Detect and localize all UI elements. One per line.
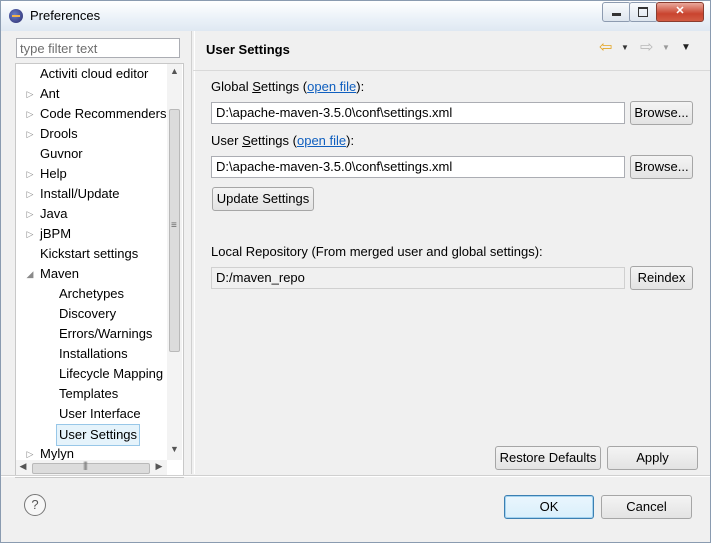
local-repository-label: Local Repository (From merged user and g… [211, 244, 543, 259]
maximize-button[interactable] [629, 2, 658, 22]
cancel-button[interactable]: Cancel [601, 495, 692, 519]
page-title: User Settings [206, 42, 290, 57]
global-settings-open-file-link[interactable]: open file [307, 79, 356, 94]
vertical-scroll-thumb[interactable] [169, 109, 180, 352]
expand-arrow-icon[interactable]: ▷ [25, 164, 35, 184]
help-icon[interactable]: ? [24, 494, 46, 516]
expand-arrow-icon[interactable]: ▷ [25, 104, 35, 124]
tree-horizontal-scrollbar[interactable]: ◀ ▶ [16, 460, 167, 476]
user-settings-open-file-link[interactable]: open file [297, 133, 346, 148]
preferences-window: Preferences ✕ Activiti cloud editor ▷ Ant ▷… [0, 0, 711, 543]
eclipse-app-icon [9, 9, 23, 23]
tree-item-label: User Interface [59, 406, 141, 421]
expand-arrow-icon[interactable]: ▷ [25, 184, 35, 204]
collapse-arrow-icon[interactable]: ◢ [25, 264, 35, 284]
scroll-right-arrow-icon[interactable]: ▶ [152, 461, 166, 475]
global-settings-label-end: ): [356, 79, 365, 94]
tree-item-label: Activiti cloud editor [40, 66, 149, 81]
tree-item-label: Kickstart settings [40, 246, 139, 261]
global-browse-button[interactable]: Browse... [630, 101, 693, 125]
global-settings-label-mnemonic: S [252, 79, 261, 94]
filter-input[interactable] [16, 38, 180, 58]
back-history-dropdown-icon[interactable]: ▼ [621, 40, 631, 56]
close-button[interactable]: ✕ [656, 2, 704, 22]
expand-arrow-icon[interactable]: ▷ [25, 84, 35, 104]
window-title: Preferences [30, 8, 101, 23]
tree-item-label: User Settings [56, 424, 141, 446]
tree-item-label: Lifecycle Mapping [59, 366, 164, 381]
tree-item-label: Archetypes [59, 286, 125, 301]
tree-item-label: Discovery [59, 306, 117, 321]
preference-tree: Activiti cloud editor ▷ Ant ▷ Code Recommend… [15, 63, 184, 478]
user-settings-label: User Settings (open file): [211, 133, 354, 148]
scroll-left-arrow-icon[interactable]: ◀ [16, 461, 30, 475]
scroll-up-arrow-icon[interactable]: ▲ [167, 66, 182, 80]
title-bar[interactable]: Preferences ✕ [1, 1, 710, 31]
reindex-button[interactable]: Reindex [630, 266, 693, 290]
expand-arrow-icon[interactable]: ▷ [25, 224, 35, 244]
global-settings-label: Global Settings (open file): [211, 79, 364, 94]
local-repository-field: D:/maven_repo [211, 267, 625, 289]
scroll-down-arrow-icon[interactable]: ▼ [167, 444, 182, 458]
horizontal-scroll-thumb[interactable] [32, 460, 150, 474]
tree-item-label: Maven [40, 266, 80, 281]
global-settings-label-suffix: ettings ( [260, 79, 308, 94]
forward-history-dropdown-icon[interactable]: ▼ [662, 40, 672, 56]
tree-item-label: Ant [40, 86, 60, 101]
restore-defaults-button[interactable]: Restore Defaults [495, 446, 601, 470]
tree-item-label: Install/Update [40, 186, 120, 201]
tree-vertical-scrollbar[interactable]: ▲ ▼ [167, 64, 182, 460]
forward-arrow-icon[interactable]: ⇨ [640, 39, 658, 57]
tree-item-label: Installations [59, 346, 128, 361]
expand-arrow-icon[interactable]: ▷ [25, 124, 35, 144]
user-settings-label-suffix: ettings ( [250, 133, 297, 148]
user-browse-button[interactable]: Browse... [630, 155, 693, 179]
tree-item-label: Templates [59, 386, 119, 401]
ok-button[interactable]: OK [504, 495, 594, 519]
minimize-button[interactable] [602, 2, 631, 22]
expand-arrow-icon[interactable]: ▷ [25, 204, 35, 224]
tree-item-label: Help [40, 166, 67, 181]
pane-divider[interactable] [191, 31, 195, 474]
tree-item-label: Java [40, 206, 68, 221]
user-settings-label-prefix: User [211, 133, 243, 148]
user-settings-label-end: ): [346, 133, 355, 148]
apply-button[interactable]: Apply [607, 446, 698, 470]
user-settings-field[interactable]: D:\apache-maven-3.5.0\conf\settings.xml [211, 156, 625, 178]
view-menu-icon[interactable]: ▼ [681, 40, 693, 56]
tree-item-label: jBPM [40, 226, 72, 241]
footer-separator [1, 475, 710, 477]
tree-item-label: Errors/Warnings [59, 326, 153, 341]
user-settings-label-mnemonic: S [242, 133, 251, 148]
tree-item-label: Code Recommenders [40, 106, 167, 121]
tree-item-label: Drools [40, 126, 78, 141]
tree-item-label: Guvnor [40, 146, 83, 161]
global-settings-field[interactable]: D:\apache-maven-3.5.0\conf\settings.xml [211, 102, 625, 124]
update-settings-button[interactable]: Update Settings [212, 187, 314, 211]
back-arrow-icon[interactable]: ⇦ [599, 39, 617, 57]
global-settings-label-prefix: Global [211, 79, 253, 94]
